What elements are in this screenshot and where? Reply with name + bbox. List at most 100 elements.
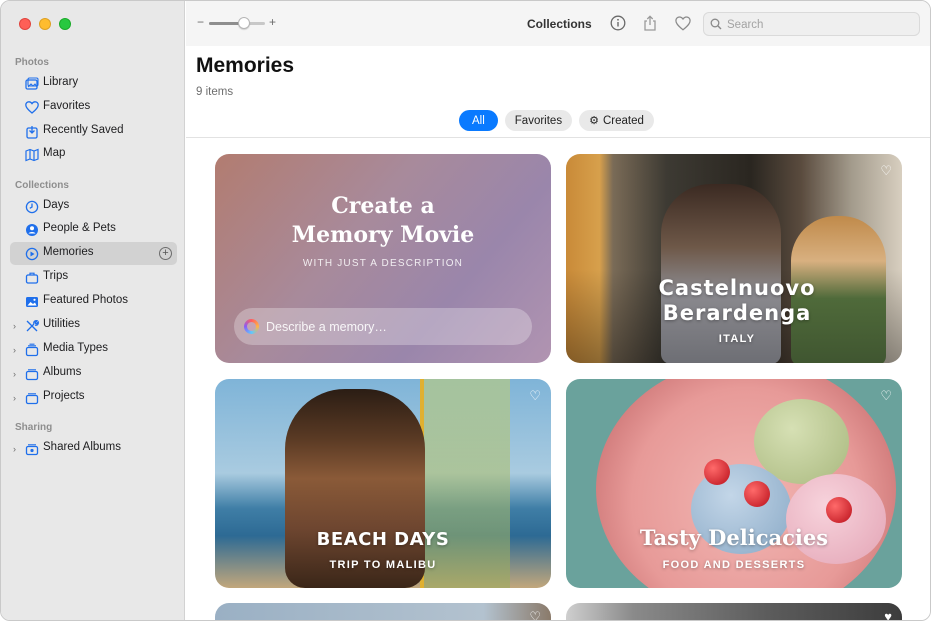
memory-card-beach-days[interactable]: ♡ BEACH DAYS TRIP TO MALIBU [215, 379, 551, 588]
person-icon [24, 222, 40, 238]
create-memory-subtitle: WITH JUST A DESCRIPTION [302, 258, 464, 269]
favorite-heart-icon[interactable] [674, 14, 692, 32]
search-icon [710, 17, 722, 35]
search-input[interactable] [727, 16, 912, 33]
favorite-heart-icon[interactable]: ♡ [529, 609, 541, 620]
stack-icon [24, 342, 40, 358]
gear-icon: ⚙ [589, 115, 599, 127]
sidebar-item-people-pets[interactable]: People & Pets [10, 218, 177, 241]
filter-label: All [472, 114, 485, 127]
apple-intelligence-icon [244, 319, 259, 334]
favorite-heart-icon[interactable]: ♥ [884, 609, 892, 620]
sidebar-item-map[interactable]: Map [10, 143, 177, 166]
sidebar-item-label: Featured Photos [43, 294, 129, 306]
close-window-button[interactable] [19, 18, 31, 30]
filter-label: Favorites [514, 114, 563, 127]
sidebar-item-utilities[interactable]: › Utilities [10, 314, 177, 337]
memory-title-line2: Berardenga [662, 301, 812, 325]
memories-icon [24, 246, 40, 262]
memory-subtitle: FOOD AND DESSERTS [662, 559, 806, 571]
recently-saved-icon [24, 124, 40, 140]
sidebar-item-days[interactable]: Days [10, 195, 177, 218]
shared-album-icon [24, 441, 40, 457]
suitcase-icon [24, 270, 40, 286]
memory-title: Castelnuovo Berardenga [642, 276, 832, 326]
search-field[interactable] [703, 12, 920, 36]
main-content: Memories 9 items All Favorites ⚙ Created … [186, 46, 930, 620]
sidebar-item-label: Map [43, 147, 66, 159]
album-icon [24, 366, 40, 382]
photo-bowl [596, 379, 896, 588]
chevron-right-icon[interactable]: › [13, 444, 21, 454]
memory-card-tasty-delicacies[interactable]: ♡ Tasty Delicacies FOOD AND DESSERTS [566, 379, 902, 588]
sidebar-item-memories[interactable]: Memories + [10, 242, 177, 265]
header-divider [186, 137, 930, 138]
sidebar-item-favorites[interactable]: Favorites [10, 96, 177, 119]
sidebar: Photos Library Favorites Recently Saved … [1, 1, 185, 620]
describe-memory-field[interactable] [234, 308, 532, 345]
favorite-heart-icon[interactable]: ♡ [529, 388, 541, 404]
sidebar-item-recently-saved[interactable]: Recently Saved [10, 120, 177, 143]
sidebar-section-sharing: Sharing [15, 422, 53, 433]
zoom-slider[interactable] [209, 22, 265, 25]
sidebar-item-projects[interactable]: › Projects [10, 386, 177, 409]
create-title-line2: Memory Movie [291, 222, 475, 248]
filter-favorites[interactable]: Favorites [504, 110, 573, 131]
sidebar-section-photos: Photos [15, 57, 49, 68]
favorite-heart-icon[interactable]: ♡ [880, 163, 892, 179]
chevron-right-icon[interactable]: › [13, 369, 21, 379]
photo-icon [24, 294, 40, 310]
minimize-window-button[interactable] [39, 18, 51, 30]
describe-memory-input[interactable] [266, 318, 516, 335]
filter-label: Created [602, 114, 644, 127]
sidebar-item-label: Projects [43, 390, 85, 402]
chevron-right-icon[interactable]: › [13, 345, 21, 355]
tools-icon [24, 318, 40, 334]
sidebar-item-label: Albums [43, 366, 82, 378]
sidebar-item-label: Favorites [43, 100, 91, 112]
sidebar-item-label: Trips [43, 270, 69, 282]
sidebar-item-label: Media Types [43, 342, 108, 354]
sidebar-section-collections: Collections [15, 180, 69, 191]
info-icon[interactable] [609, 14, 627, 32]
chevron-right-icon[interactable]: › [13, 393, 21, 403]
sidebar-item-featured-photos[interactable]: Featured Photos [10, 290, 177, 313]
photo-cherry [704, 459, 730, 485]
photo-cherry [744, 481, 770, 507]
add-memory-button[interactable]: + [159, 247, 172, 260]
sidebar-item-albums[interactable]: › Albums [10, 362, 177, 385]
sidebar-item-label: People & Pets [43, 222, 116, 234]
filter-created[interactable]: ⚙ Created [579, 110, 654, 131]
filter-all[interactable]: All [459, 110, 498, 131]
library-icon [24, 76, 40, 92]
memory-title: Tasty Delicacies [639, 525, 829, 550]
memory-subtitle: ITALY [718, 333, 756, 345]
sidebar-item-trips[interactable]: Trips [10, 266, 177, 289]
sidebar-item-shared-albums[interactable]: › Shared Albums [10, 437, 177, 460]
heart-icon [24, 100, 40, 116]
window-controls [19, 18, 71, 30]
clock-icon [24, 199, 40, 215]
toolbar-title: Collections [527, 17, 592, 31]
sidebar-item-media-types[interactable]: › Media Types [10, 338, 177, 361]
zoom-window-button[interactable] [59, 18, 71, 30]
memory-card-partial[interactable]: ♡ [215, 603, 551, 620]
folder-icon [24, 390, 40, 406]
toolbar: − + Collections [186, 1, 930, 46]
photos-window: Photos Library Favorites Recently Saved … [0, 0, 931, 621]
create-memory-card[interactable]: Create a Memory Movie WITH JUST A DESCRI… [215, 154, 551, 363]
memory-card-castelnuovo[interactable]: ♡ Castelnuovo Berardenga ITALY [566, 154, 902, 363]
favorite-heart-icon[interactable]: ♡ [880, 388, 892, 404]
sidebar-item-library[interactable]: Library [10, 72, 177, 95]
zoom-slider-knob[interactable] [238, 17, 250, 29]
sidebar-item-label: Shared Albums [43, 441, 121, 453]
create-title-line1: Create a [331, 193, 435, 219]
memory-title: BEACH DAYS [316, 529, 450, 550]
memory-card-partial[interactable]: ♥ [566, 603, 902, 620]
chevron-right-icon[interactable]: › [13, 321, 21, 331]
photo-glass-panel [420, 379, 510, 588]
item-count: 9 items [196, 86, 234, 98]
memory-title-line1: Castelnuovo [658, 276, 816, 300]
filter-bar: All Favorites ⚙ Created [459, 110, 654, 131]
share-icon[interactable] [641, 14, 659, 32]
